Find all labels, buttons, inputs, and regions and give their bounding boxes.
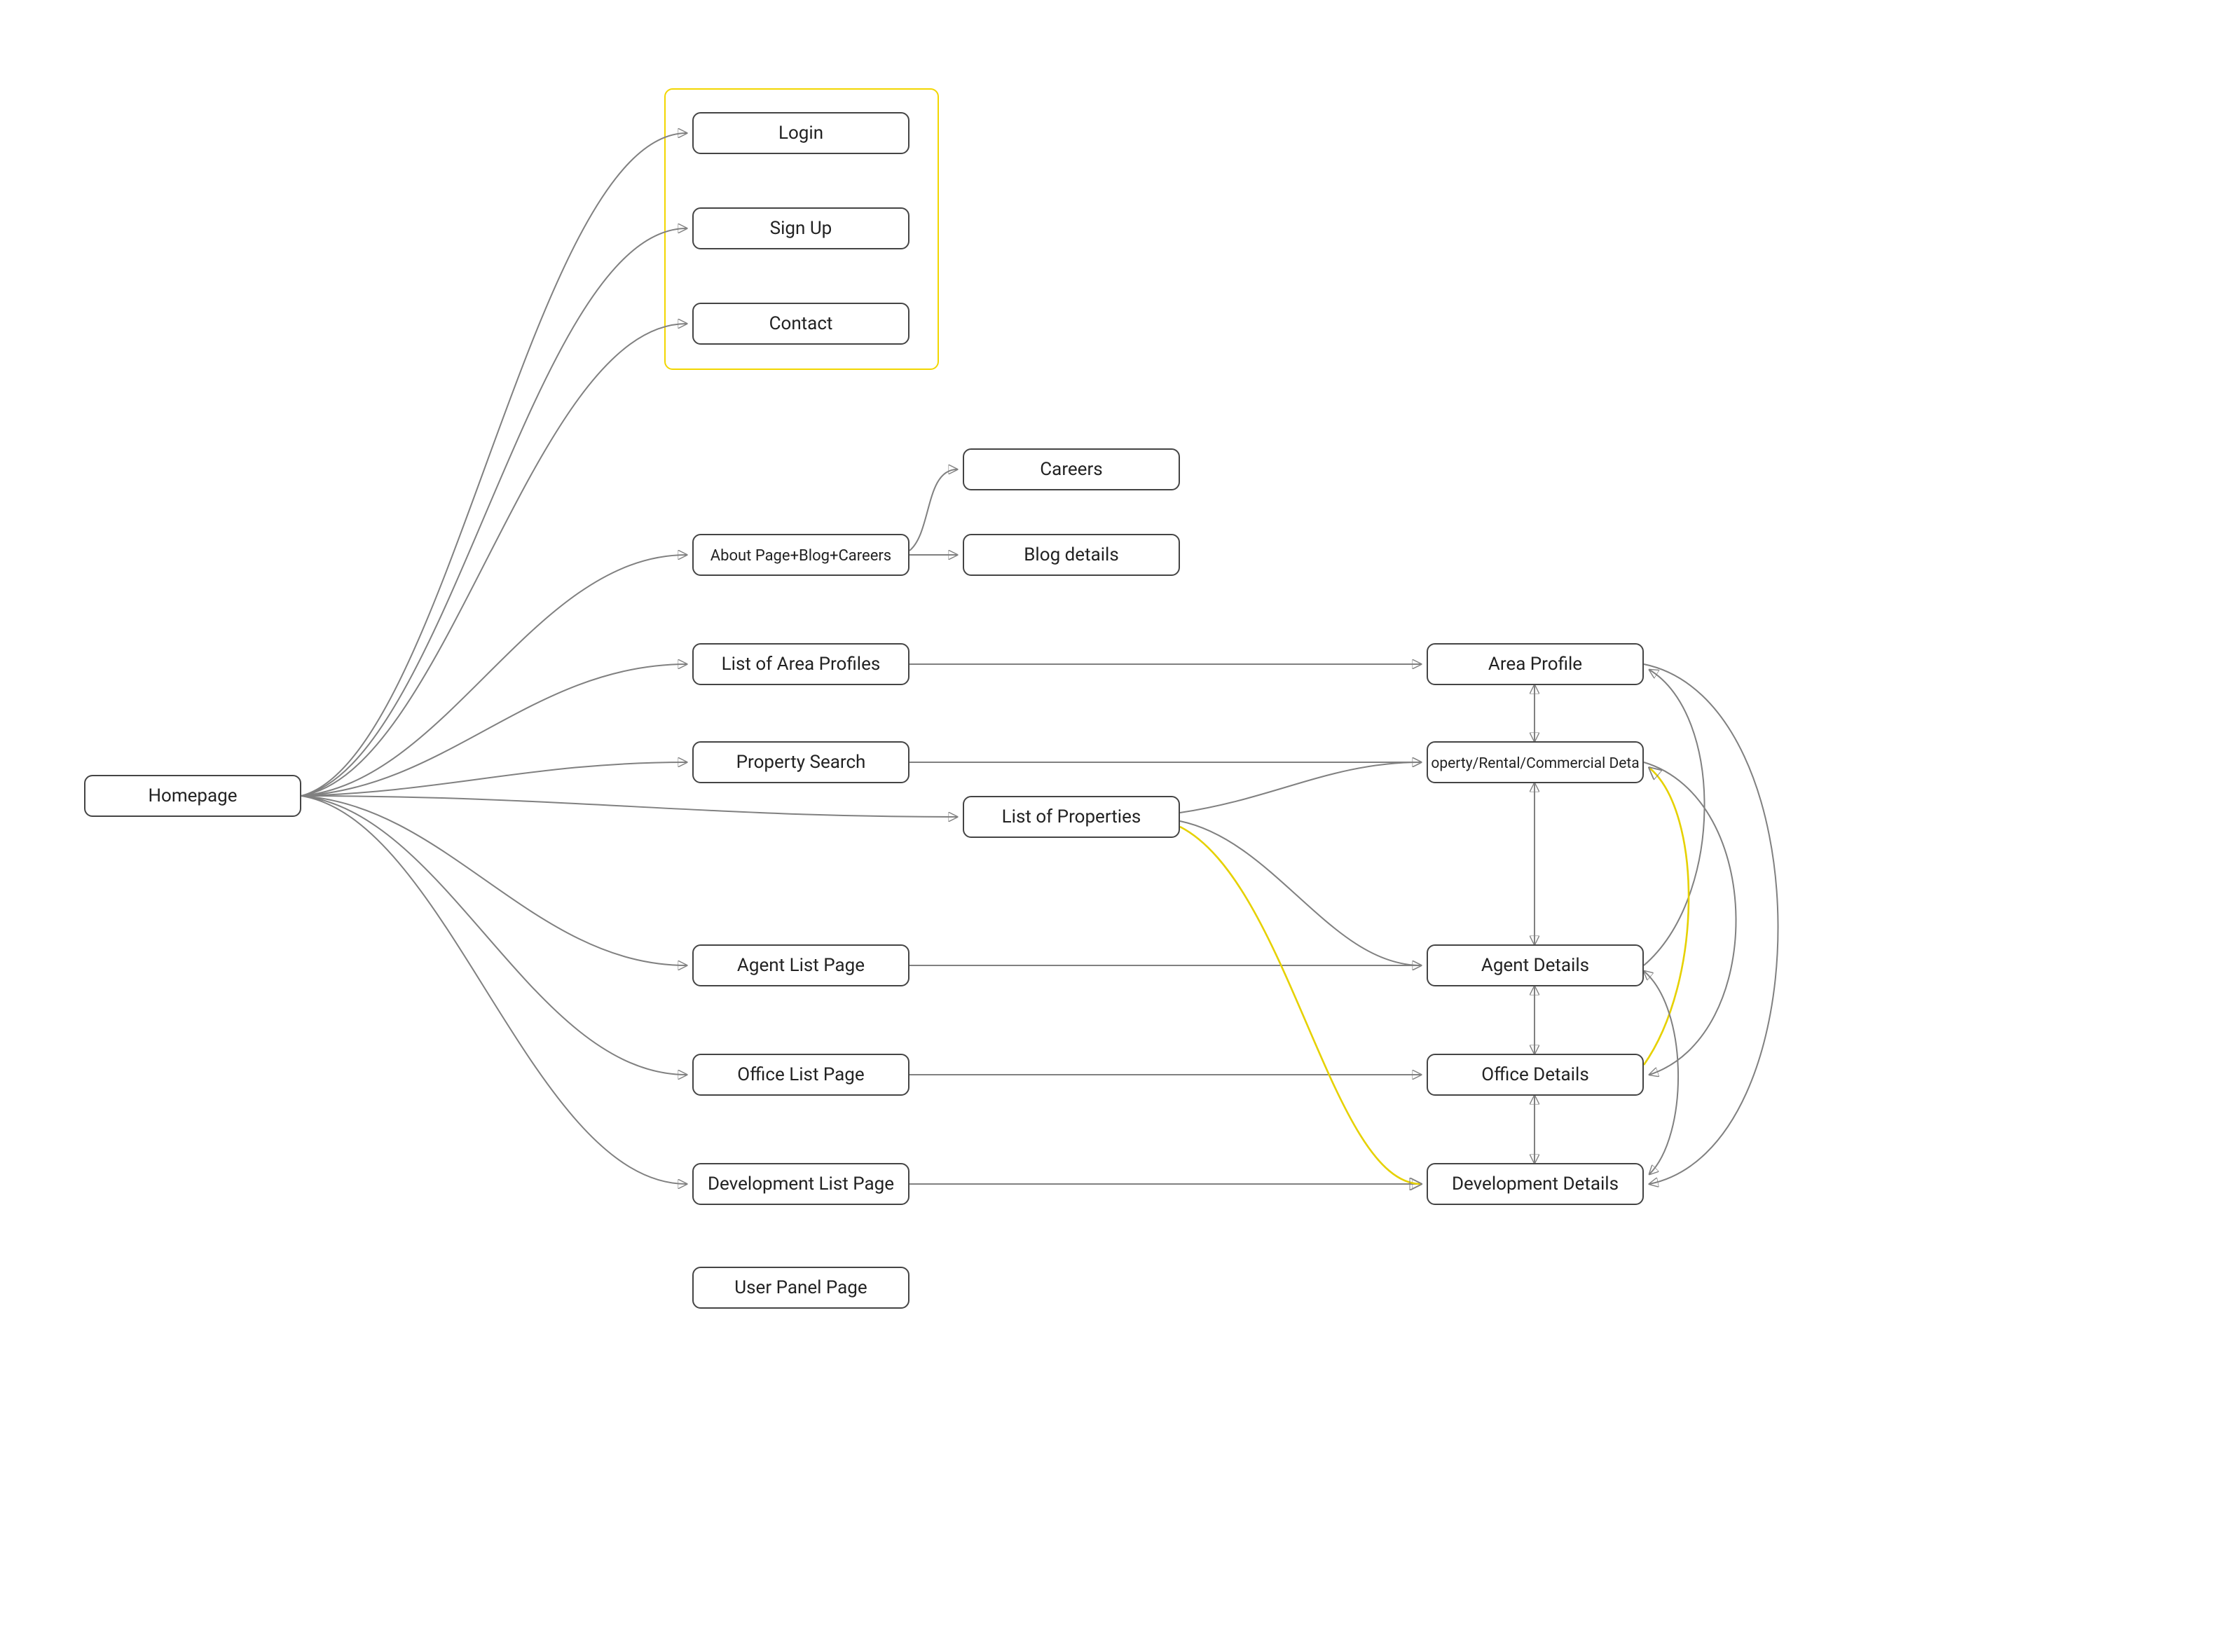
- node-homepage[interactable]: Homepage: [84, 775, 301, 817]
- node-label: About Page+Blog+Careers: [710, 546, 891, 564]
- edge-homepage-officelist: [301, 796, 687, 1075]
- edge-agentdetail-devdetail-loop: [1644, 971, 1678, 1174]
- node-blog[interactable]: Blog details: [963, 534, 1180, 576]
- node-contact[interactable]: Contact: [692, 303, 909, 345]
- node-label: List of Properties: [1002, 806, 1141, 827]
- node-signup[interactable]: Sign Up: [692, 207, 909, 249]
- edge-homepage-areaprofiles: [301, 664, 687, 796]
- node-user-panel[interactable]: User Panel Page: [692, 1267, 909, 1309]
- node-agent-detail[interactable]: Agent Details: [1427, 944, 1644, 986]
- node-label: Development List Page: [708, 1173, 894, 1195]
- edge-propdetail-officedetail-loop: [1644, 762, 1736, 1075]
- node-label: Login: [778, 123, 823, 144]
- node-list-properties[interactable]: List of Properties: [963, 796, 1180, 838]
- node-label: Agent Details: [1481, 955, 1589, 976]
- edge-agentdetail-areaprofile-loop: [1644, 670, 1705, 965]
- node-label: Office List Page: [737, 1064, 864, 1085]
- node-office-list[interactable]: Office List Page: [692, 1054, 909, 1096]
- edge-homepage-agentlist: [301, 796, 687, 965]
- node-label: Sign Up: [770, 218, 832, 239]
- edge-listprops-propdetail: [1180, 762, 1421, 813]
- edge-listprops-devdetail: [1180, 827, 1421, 1184]
- node-label: Careers: [1040, 459, 1102, 480]
- edge-homepage-listproperties: [301, 796, 957, 817]
- sitemap-canvas: Homepage Login Sign Up Contact About Pag…: [0, 0, 2238, 1652]
- node-dev-detail[interactable]: Development Details: [1427, 1163, 1644, 1205]
- edge-areaprofile-devdetail-loop: [1644, 664, 1778, 1184]
- edge-about-careers: [909, 469, 957, 551]
- node-label: Blog details: [1024, 544, 1119, 565]
- edge-homepage-signup: [301, 228, 687, 796]
- node-label: Area Profile: [1488, 654, 1582, 675]
- node-agent-list[interactable]: Agent List Page: [692, 944, 909, 986]
- edge-officedetail-propdetail-yellow: [1644, 768, 1689, 1065]
- node-dev-list[interactable]: Development List Page: [692, 1163, 909, 1205]
- edge-homepage-login: [301, 133, 687, 796]
- node-label: List of Area Profiles: [722, 654, 881, 675]
- node-area-profile[interactable]: Area Profile: [1427, 643, 1644, 685]
- node-label: Homepage: [148, 785, 237, 806]
- node-label: Agent List Page: [737, 955, 865, 976]
- edge-homepage-propertysearch: [301, 762, 687, 796]
- node-property-search[interactable]: Property Search: [692, 741, 909, 783]
- edge-homepage-contact: [301, 324, 687, 796]
- node-label: Development Details: [1452, 1173, 1619, 1195]
- node-area-profiles[interactable]: List of Area Profiles: [692, 643, 909, 685]
- node-office-detail[interactable]: Office Details: [1427, 1054, 1644, 1096]
- edge-listprops-agentdetail: [1180, 821, 1421, 965]
- node-label: Property Search: [736, 752, 866, 773]
- node-careers[interactable]: Careers: [963, 448, 1180, 490]
- edge-homepage-about: [301, 555, 687, 796]
- node-login[interactable]: Login: [692, 112, 909, 154]
- edge-homepage-devlist: [301, 796, 687, 1184]
- node-label: Office Details: [1481, 1064, 1589, 1085]
- node-about[interactable]: About Page+Blog+Careers: [692, 534, 909, 576]
- node-label: Contact: [769, 313, 833, 334]
- node-property-detail[interactable]: operty/Rental/Commercial Deta: [1427, 741, 1644, 783]
- node-label: operty/Rental/Commercial Deta: [1431, 753, 1639, 771]
- node-label: User Panel Page: [734, 1277, 867, 1298]
